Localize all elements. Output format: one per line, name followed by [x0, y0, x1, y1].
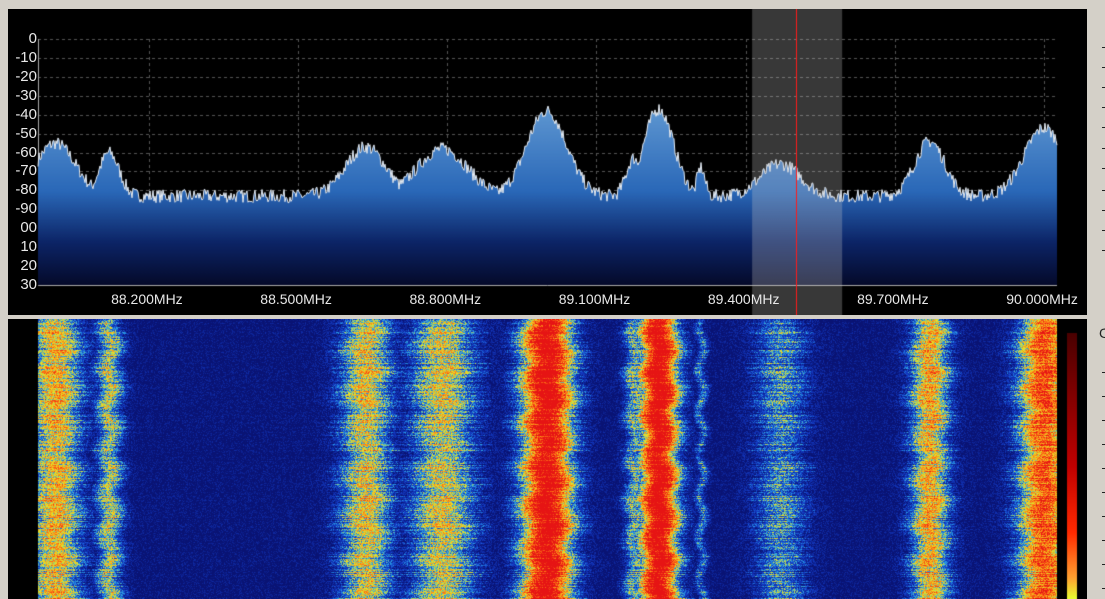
frequency-label: 89.400MHz: [707, 291, 780, 307]
right-side-scale: [1096, 0, 1105, 599]
frequency-label: 89.100MHz: [558, 291, 631, 307]
waterfall-plot[interactable]: [8, 319, 1087, 599]
frequency-label: 88.500MHz: [260, 291, 332, 307]
waterfall-panel[interactable]: [8, 319, 1087, 599]
frequency-label: 88.200MHz: [111, 291, 183, 307]
spectrum-plot[interactable]: [8, 9, 1087, 315]
spectrum-panel[interactable]: 0-10-20-30-40-50-60-70-80-9000102030 88.…: [8, 9, 1087, 315]
frequency-label: 89.700MHz: [857, 291, 929, 307]
frequency-label: 90.000MHz: [1006, 291, 1078, 307]
side-label: C: [1099, 325, 1105, 341]
frequency-label: 88.800MHz: [409, 291, 482, 307]
